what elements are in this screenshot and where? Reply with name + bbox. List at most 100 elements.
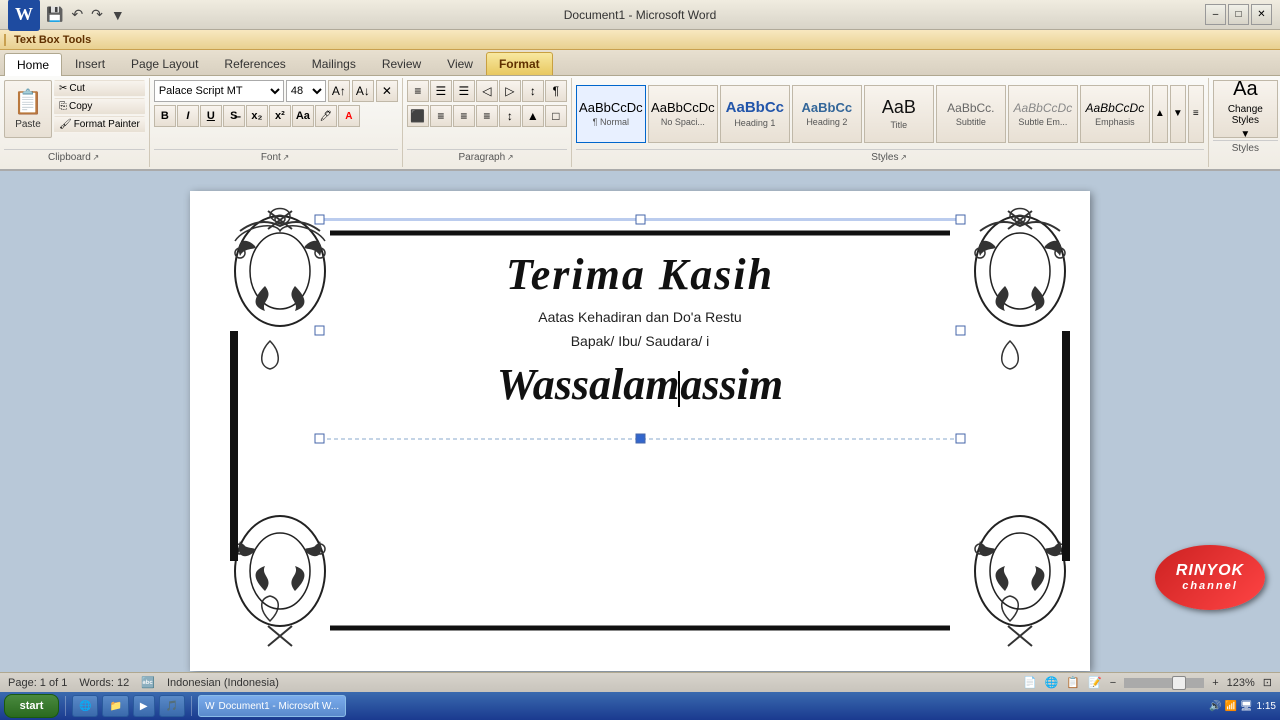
style-item-subtitle[interactable]: AaBbCc. Subtitle — [936, 85, 1006, 143]
words-info: Words: 12 — [79, 677, 129, 689]
copy-button[interactable]: ⎘ Copy — [54, 98, 145, 115]
style-item-subtle-em[interactable]: AaBbCcDc Subtle Em... — [1008, 85, 1078, 143]
shrink-font-button[interactable]: A↓ — [352, 80, 374, 102]
style-item-emphasis[interactable]: AaBbCcDc Emphasis — [1080, 85, 1150, 143]
taskbar-icon-media[interactable]: 🎵 — [159, 695, 185, 717]
view-web-icon[interactable]: 🌐 — [1045, 676, 1059, 689]
style-item-h1[interactable]: AaBbCc Heading 1 — [720, 85, 790, 143]
tab-view[interactable]: View — [434, 52, 486, 75]
style-item-title[interactable]: AaB Title — [864, 85, 934, 143]
borders-icon: □ — [552, 109, 559, 123]
numbering-button[interactable]: ☰ — [430, 80, 452, 102]
style-item-normal[interactable]: AaBbCcDc ¶ Normal — [576, 85, 646, 143]
underline-button[interactable]: U — [200, 105, 222, 127]
taskbar-icon-winamp[interactable]: ▶ — [133, 695, 155, 717]
tab-mailings[interactable]: Mailings — [299, 52, 369, 75]
font-group: Palace Script MT 48 A↑ A↓ ✕ B I U S̶ x₂ … — [150, 78, 403, 167]
undo-button[interactable]: ↶ — [69, 4, 85, 25]
paragraph-expand[interactable]: ↗ — [505, 153, 515, 163]
tab-insert[interactable]: Insert — [62, 52, 118, 75]
font-expand[interactable]: ↗ — [281, 153, 291, 163]
context-tab-bar: Text Box Tools — [0, 30, 1280, 50]
fit-page-button[interactable]: ⊡ — [1263, 676, 1272, 689]
taskbar-icon-ie[interactable]: 🌐 — [72, 695, 98, 717]
line3-text: Bapak/ Ibu/ Saudara/ i — [190, 333, 1090, 349]
multilevel-button[interactable]: ☰ — [453, 80, 475, 102]
clear-format-button[interactable]: ✕ — [376, 80, 398, 102]
align-center-button[interactable]: ≡ — [430, 105, 452, 127]
line-spacing-button[interactable]: ↕ — [499, 105, 521, 127]
clipboard-expand[interactable]: ↗ — [91, 153, 101, 163]
superscript-button[interactable]: x² — [269, 105, 291, 127]
format-btn-row: B I U S̶ x₂ x² Aa 🖊 A — [154, 105, 360, 127]
show-hide-button[interactable]: ¶ — [545, 80, 567, 102]
paste-button[interactable]: 📋 Paste — [4, 80, 52, 138]
view-draft-icon[interactable]: 📝 — [1088, 676, 1102, 689]
styles-scroll-more[interactable]: ≡ — [1188, 85, 1204, 143]
change-styles-button[interactable]: Aa Change Styles ▼ — [1213, 80, 1278, 138]
start-button[interactable]: start — [4, 694, 59, 718]
align-left-button[interactable]: ⬛ — [407, 105, 429, 127]
style-label-title: Title — [891, 120, 908, 130]
subscript-button[interactable]: x₂ — [246, 105, 268, 127]
tab-home[interactable]: Home — [4, 53, 62, 76]
tab-format[interactable]: Format — [486, 52, 553, 75]
word-app-icon: W — [205, 701, 214, 712]
taskbar-icon-explorer[interactable]: 📁 — [102, 695, 128, 717]
justify-icon: ≡ — [483, 109, 490, 123]
clear-format-icon: ✕ — [382, 84, 392, 98]
zoom-in-button[interactable]: + — [1212, 677, 1218, 689]
taskbar-word-button[interactable]: W Document1 - Microsoft W... — [198, 695, 346, 717]
bold-label: B — [161, 110, 169, 122]
strikethrough-icon: S̶ — [230, 110, 237, 122]
italic-button[interactable]: I — [177, 105, 199, 127]
styles-expand[interactable]: ↗ — [898, 153, 908, 163]
view-outline-icon[interactable]: 📋 — [1066, 676, 1080, 689]
font-size-select[interactable]: 48 — [286, 80, 326, 102]
style-item-h2[interactable]: AaBbCc Heading 2 — [792, 85, 862, 143]
shading-icon: ▲ — [527, 109, 539, 123]
styles-label: Styles — [871, 152, 898, 163]
borders-button[interactable]: □ — [545, 105, 567, 127]
align-right-button[interactable]: ≡ — [453, 105, 475, 127]
save-button[interactable]: 💾 — [44, 4, 65, 25]
format-painter-button[interactable]: 🖌 Format Painter — [54, 116, 145, 133]
shading-button[interactable]: ▲ — [522, 105, 544, 127]
style-preview-title: AaB — [867, 97, 931, 118]
para-row1: ≡ ☰ ☰ ◁ ▷ ↕ ¶ — [407, 80, 567, 102]
restore-button[interactable]: □ — [1228, 4, 1249, 25]
style-label-subtle-em: Subtle Em... — [1018, 117, 1067, 127]
styles-scroll-up[interactable]: ▲ — [1152, 85, 1168, 143]
styles-scroll-down[interactable]: ▼ — [1170, 85, 1186, 143]
case-button[interactable]: Aa — [292, 105, 314, 127]
styles-group-label: Styles — [1232, 143, 1259, 154]
strikethrough-button[interactable]: S̶ — [223, 105, 245, 127]
tab-references[interactable]: References — [211, 52, 298, 75]
cut-label: Cut — [69, 83, 85, 94]
tab-review[interactable]: Review — [369, 52, 434, 75]
minimize-button[interactable]: – — [1205, 4, 1226, 25]
view-normal-icon[interactable]: 📄 — [1023, 676, 1037, 689]
grow-font-button[interactable]: A↑ — [328, 80, 350, 102]
change-styles-icon: Aa — [1233, 78, 1257, 101]
justify-button[interactable]: ≡ — [476, 105, 498, 127]
styles-content: AaBbCcDc ¶ Normal AaBbCcDc No Spaci... A… — [576, 80, 1204, 147]
decrease-indent-button[interactable]: ◁ — [476, 80, 498, 102]
font-color-button[interactable]: A — [338, 105, 360, 127]
redo-button[interactable]: ↷ — [89, 4, 105, 25]
paragraph-content: ≡ ☰ ☰ ◁ ▷ ↕ ¶ ⬛ ≡ ≡ ≡ ↕ ▲ □ — [407, 80, 567, 147]
bullets-button[interactable]: ≡ — [407, 80, 429, 102]
document-page[interactable]: Terima Kasih Aatas Kehadiran dan Do'a Re… — [190, 191, 1090, 671]
style-item-no-space[interactable]: AaBbCcDc No Spaci... — [648, 85, 718, 143]
close-button[interactable]: ✕ — [1251, 4, 1272, 25]
tab-page-layout[interactable]: Page Layout — [118, 52, 211, 75]
paragraph-label-row: Paragraph ↗ — [407, 149, 567, 165]
bold-button[interactable]: B — [154, 105, 176, 127]
cut-button[interactable]: ✂ Cut — [54, 80, 145, 97]
increase-indent-button[interactable]: ▷ — [499, 80, 521, 102]
quick-access-dropdown[interactable]: ▼ — [109, 5, 127, 25]
font-name-select[interactable]: Palace Script MT — [154, 80, 284, 102]
zoom-out-button[interactable]: − — [1110, 677, 1116, 689]
sort-button[interactable]: ↕ — [522, 80, 544, 102]
highlight-button[interactable]: 🖊 — [315, 105, 337, 127]
